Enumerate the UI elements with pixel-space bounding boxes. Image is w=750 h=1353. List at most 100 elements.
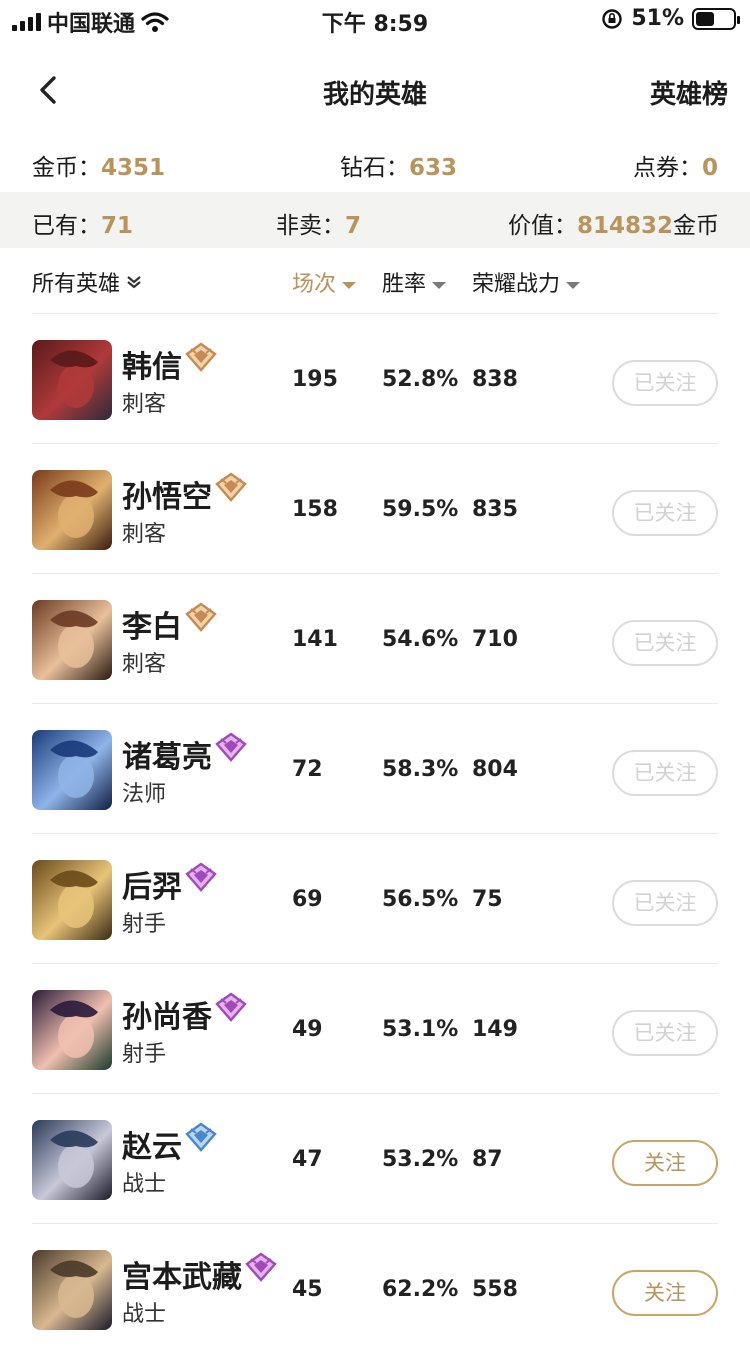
total-value: 价值：814832金币 (508, 206, 719, 240)
follow-button[interactable]: 已关注 (612, 620, 718, 666)
mastery-badge-icon (245, 1252, 277, 1282)
hero-name: 诸葛亮 (122, 740, 212, 775)
hero-row[interactable]: 孙尚香 射手 49 53.1% 149 已关注 (32, 963, 718, 1093)
sort-matches-label: 场次 (292, 272, 337, 297)
hero-role: 刺客 (122, 652, 167, 677)
hero-avatar (32, 470, 112, 550)
hero-ranking-link[interactable]: 英雄榜 (650, 74, 728, 111)
hero-winrate: 53.1% (382, 1017, 459, 1042)
hero-name-wrap: 宫本武藏 (122, 1252, 278, 1296)
hero-row[interactable]: 孙悟空 刺客 158 59.5% 835 已关注 (32, 443, 718, 573)
sort-desc-icon (566, 281, 581, 289)
nav-bar: 我的英雄 英雄榜 (0, 60, 750, 120)
hero-matches: 158 (292, 497, 338, 522)
follow-button[interactable]: 已关注 (612, 490, 718, 536)
not-for-sale-count: 非卖：7 (276, 206, 361, 240)
value-unit: 金币 (673, 213, 720, 239)
owned-label: 已有： (32, 213, 101, 239)
hero-name: 李白 (122, 610, 182, 645)
hero-name-wrap: 李白 (122, 602, 218, 646)
hero-avatar (32, 600, 112, 680)
hero-role: 射手 (122, 1042, 167, 1067)
hero-role: 刺客 (122, 392, 167, 417)
value-label: 价值： (508, 213, 577, 239)
hero-role: 射手 (122, 912, 167, 937)
sort-matches[interactable]: 场次 (292, 266, 357, 298)
mastery-badge-icon (215, 732, 247, 762)
hero-row[interactable]: 韩信 刺客 195 52.8% 838 已关注 (32, 313, 718, 443)
hero-name-wrap: 后羿 (122, 862, 218, 906)
notsale-label: 非卖： (276, 213, 345, 239)
gold-balance: 金币：4351 (32, 148, 165, 182)
sort-power-label: 荣耀战力 (472, 272, 561, 297)
hero-row[interactable]: 赵云 战士 47 53.2% 87 关注 (32, 1093, 718, 1223)
diamond-balance: 钻石：633 (340, 148, 457, 182)
hero-matches: 69 (292, 887, 323, 912)
coupon-balance: 点券：0 (633, 148, 718, 182)
status-right: 51% (601, 6, 740, 31)
hero-name-wrap: 诸葛亮 (122, 732, 248, 776)
hero-row[interactable]: 李白 刺客 141 54.6% 710 已关注 (32, 573, 718, 703)
hero-avatar (32, 730, 112, 810)
follow-button[interactable]: 已关注 (612, 750, 718, 796)
all-heroes-filter[interactable]: 所有英雄 (32, 266, 142, 298)
follow-button[interactable]: 已关注 (612, 360, 718, 406)
hero-row[interactable]: 后羿 射手 69 56.5% 75 已关注 (32, 833, 718, 963)
hero-name: 宫本武藏 (122, 1260, 242, 1295)
hero-power: 835 (472, 497, 518, 522)
battery-icon (692, 7, 740, 30)
owned-count: 已有：71 (32, 206, 133, 240)
mastery-badge-icon (215, 992, 247, 1022)
battery-percent: 51% (631, 6, 684, 31)
hero-matches: 72 (292, 757, 323, 782)
follow-button[interactable]: 关注 (612, 1270, 718, 1316)
hero-row[interactable]: 诸葛亮 法师 72 58.3% 804 已关注 (32, 703, 718, 833)
hero-name: 韩信 (122, 350, 182, 385)
hero-name: 赵云 (122, 1130, 182, 1165)
hero-power: 710 (472, 627, 518, 652)
sort-winrate[interactable]: 胜率 (382, 266, 447, 298)
hero-matches: 45 (292, 1277, 323, 1302)
hero-matches: 49 (292, 1017, 323, 1042)
gold-label: 金币： (32, 155, 101, 181)
hero-role: 战士 (122, 1172, 167, 1197)
all-heroes-label: 所有英雄 (32, 272, 121, 297)
hero-name: 孙悟空 (122, 480, 212, 515)
mastery-badge-icon (185, 342, 217, 372)
hero-role: 法师 (122, 782, 167, 807)
hero-name-wrap: 赵云 (122, 1122, 218, 1166)
hero-winrate: 56.5% (382, 887, 459, 912)
coupon-label: 点券： (632, 155, 702, 181)
hero-matches: 195 (292, 367, 338, 392)
hero-name-wrap: 韩信 (122, 342, 218, 386)
hero-winrate: 59.5% (382, 497, 459, 522)
status-bar: 中国联通 下午 8:59 51% (0, 0, 750, 40)
double-chevron-down-icon (127, 276, 141, 289)
hero-avatar (32, 340, 112, 420)
hero-role: 战士 (122, 1302, 167, 1327)
hero-avatar (32, 1250, 112, 1330)
page-title: 我的英雄 (322, 80, 427, 110)
mastery-badge-icon (215, 472, 247, 502)
follow-button[interactable]: 已关注 (612, 880, 718, 926)
sort-winrate-label: 胜率 (382, 272, 427, 297)
rotation-lock-icon (602, 8, 623, 29)
sort-power[interactable]: 荣耀战力 (472, 266, 581, 298)
gold-value: 4351 (101, 155, 166, 181)
notsale-value: 7 (345, 213, 362, 239)
hero-role: 刺客 (122, 522, 167, 547)
hero-name-wrap: 孙悟空 (122, 472, 248, 516)
filter-bar: 所有英雄 场次 胜率 荣耀战力 (0, 262, 750, 302)
follow-button[interactable]: 关注 (612, 1140, 718, 1186)
mastery-badge-icon (185, 862, 217, 892)
owned-value: 71 (101, 213, 134, 239)
follow-button[interactable]: 已关注 (612, 1010, 718, 1056)
hero-avatar (32, 990, 112, 1070)
hero-winrate: 53.2% (382, 1147, 459, 1172)
hero-avatar (32, 1120, 112, 1200)
battery-level (696, 11, 715, 26)
hero-avatar (32, 860, 112, 940)
hero-power: 838 (472, 367, 518, 392)
sort-desc-icon (432, 281, 447, 289)
hero-summary-bar: 已有：71 非卖：7 价值：814832金币 (0, 192, 750, 248)
